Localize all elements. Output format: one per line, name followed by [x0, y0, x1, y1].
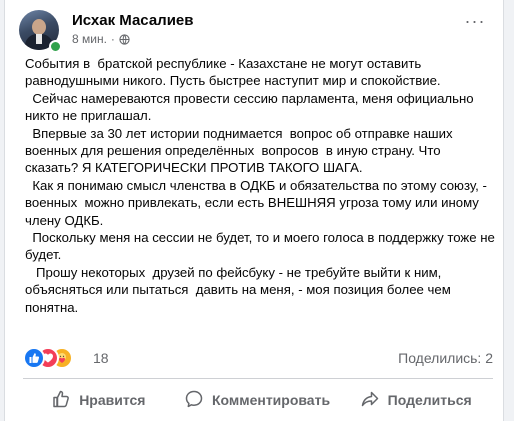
avatar-shirt: [36, 34, 42, 44]
like-button[interactable]: Нравится: [19, 384, 178, 416]
reaction-count[interactable]: 18: [93, 350, 109, 366]
avatar-face: [32, 19, 46, 35]
post-header: Исхак Масалиев 8 мин. · ···: [19, 10, 489, 53]
online-status-icon: [49, 40, 62, 53]
comment-icon: [184, 389, 204, 412]
divider: [23, 378, 493, 379]
post-body: События в братской республике - Казахста…: [25, 55, 495, 316]
share-arrow-icon: [360, 389, 380, 412]
author-name[interactable]: Исхак Масалиев: [72, 12, 194, 29]
post-meta: 8 мин. ·: [72, 32, 130, 46]
comment-button[interactable]: Комментировать: [178, 384, 337, 416]
share-count[interactable]: Поделились: 2: [398, 350, 493, 366]
post-time[interactable]: 8 мин.: [72, 32, 107, 46]
post-paragraph: Сейчас намереваются провести сессию парл…: [25, 90, 478, 124]
share-button[interactable]: Поделиться: [336, 384, 495, 416]
post-actions: Нравится Комментировать Поделиться: [19, 384, 495, 416]
like-label: Нравится: [79, 392, 146, 408]
comment-label: Комментировать: [211, 392, 331, 408]
post-card: Исхак Масалиев 8 мин. · ··· События в бр…: [4, 0, 504, 421]
reactions-bar: 18 Поделились: 2: [23, 347, 493, 369]
like-icon[interactable]: [23, 347, 45, 369]
meta-separator: ·: [110, 32, 115, 46]
post-paragraph: Поскольку меня на сессии не будет, то и …: [25, 230, 499, 263]
more-options-button[interactable]: ···: [461, 12, 489, 34]
thumbs-up-icon: [51, 389, 71, 412]
share-label: Поделиться: [387, 392, 472, 408]
post-paragraph: Впервые за 30 лет истории поднимается во…: [25, 125, 457, 176]
post-paragraph: Прошу некоторых друзей по фейсбуку - не …: [25, 264, 455, 315]
post-paragraph: События в братской республике - Казахста…: [25, 56, 441, 89]
post-paragraph: Как я понимаю смысл членства в ОДКБ и об…: [25, 177, 491, 228]
globe-icon: [119, 33, 130, 45]
